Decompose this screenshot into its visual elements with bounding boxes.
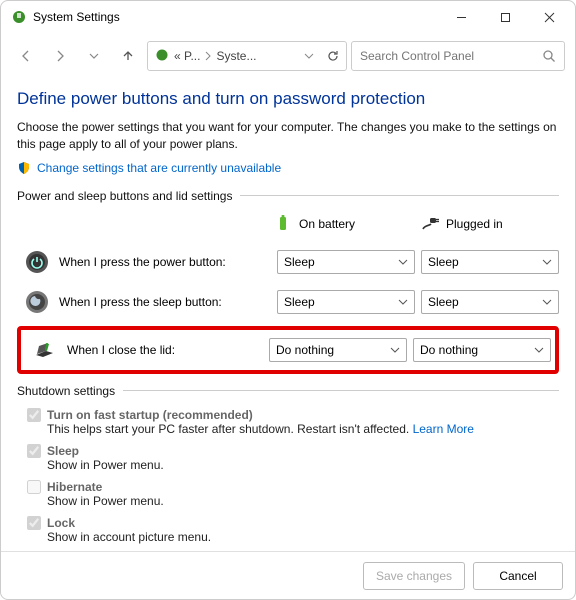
change-settings-link[interactable]: Change settings that are currently unava… [37, 161, 281, 175]
power-battery-select[interactable]: Sleep [277, 250, 415, 274]
sleep-option: Sleep Show in Power menu. [27, 444, 559, 472]
page-description: Choose the power settings that you want … [17, 119, 559, 153]
cancel-button[interactable]: Cancel [473, 562, 563, 590]
content-area: Define power buttons and turn on passwor… [1, 83, 575, 551]
shield-icon [17, 161, 31, 175]
close-button[interactable] [527, 3, 571, 31]
back-button[interactable] [11, 42, 41, 70]
sleep-plugged-select[interactable]: Sleep [421, 290, 559, 314]
sleep-desc: Show in Power menu. [47, 458, 559, 472]
recent-button[interactable] [79, 42, 109, 70]
row-power-label: When I press the power button: [59, 255, 271, 269]
sleep-checkbox [27, 444, 41, 458]
search-input[interactable] [360, 49, 536, 63]
chevron-down-icon [542, 295, 552, 309]
app-icon [11, 9, 27, 25]
group-power-title: Power and sleep buttons and lid settings [17, 189, 232, 203]
footer: Save changes Cancel [1, 551, 575, 599]
page-title: Define power buttons and turn on passwor… [17, 89, 559, 109]
search-box[interactable] [351, 41, 565, 71]
chevron-down-icon[interactable] [304, 52, 314, 60]
row-lid-label: When I close the lid: [67, 343, 263, 357]
forward-button[interactable] [45, 42, 75, 70]
chevron-down-icon [534, 343, 544, 357]
chevron-down-icon [542, 255, 552, 269]
lock-checkbox [27, 516, 41, 530]
folder-icon [154, 47, 170, 66]
breadcrumb-1[interactable]: « P... [174, 49, 200, 63]
power-plugged-select[interactable]: Sleep [421, 250, 559, 274]
maximize-button[interactable] [483, 3, 527, 31]
address-bar[interactable]: « P... Syste... [147, 41, 347, 71]
window-title: System Settings [33, 10, 120, 24]
column-plugged-in: Plugged in [420, 213, 559, 236]
group-shutdown-title: Shutdown settings [17, 384, 115, 398]
battery-icon [273, 213, 293, 236]
sleep-battery-select[interactable]: Sleep [277, 290, 415, 314]
navbar: « P... Syste... [1, 33, 575, 83]
chevron-down-icon [390, 343, 400, 357]
column-on-battery: On battery [273, 213, 412, 236]
shutdown-group: Shutdown settings Turn on fast startup (… [17, 384, 559, 544]
highlight-lid-row: When I close the lid: Do nothing Do noth… [17, 326, 559, 374]
chevron-right-icon [204, 51, 212, 61]
hibernate-option: Hibernate Show in Power menu. [27, 480, 559, 508]
minimize-button[interactable] [439, 3, 483, 31]
lid-battery-select[interactable]: Do nothing [269, 338, 407, 362]
lock-option: Lock Show in account picture menu. [27, 516, 559, 544]
titlebar: System Settings [1, 1, 575, 33]
row-sleep-label: When I press the sleep button: [59, 295, 271, 309]
row-power-button: When I press the power button: Sleep Sle… [17, 246, 559, 278]
up-button[interactable] [113, 42, 143, 70]
lid-plugged-select[interactable]: Do nothing [413, 338, 551, 362]
refresh-button[interactable] [326, 49, 340, 63]
hibernate-checkbox [27, 480, 41, 494]
hibernate-desc: Show in Power menu. [47, 494, 559, 508]
fast-startup-checkbox [27, 408, 41, 422]
fast-startup-option: Turn on fast startup (recommended) This … [27, 408, 559, 436]
plug-icon [420, 213, 440, 236]
breadcrumb-2[interactable]: Syste... [216, 49, 256, 63]
chevron-down-icon [398, 255, 408, 269]
row-close-lid: When I close the lid: Do nothing Do noth… [25, 334, 551, 366]
learn-more-link[interactable]: Learn More [413, 422, 474, 436]
lock-desc: Show in account picture menu. [47, 530, 559, 544]
search-icon [542, 49, 556, 63]
row-sleep-button: When I press the sleep button: Sleep Sle… [17, 286, 559, 318]
save-button[interactable]: Save changes [363, 562, 465, 590]
fast-startup-desc: This helps start your PC faster after sh… [47, 422, 413, 436]
power-group: Power and sleep buttons and lid settings… [17, 189, 559, 374]
power-button-icon [25, 250, 49, 274]
sleep-button-icon [25, 290, 49, 314]
laptop-lid-icon [33, 338, 57, 362]
chevron-down-icon [398, 295, 408, 309]
